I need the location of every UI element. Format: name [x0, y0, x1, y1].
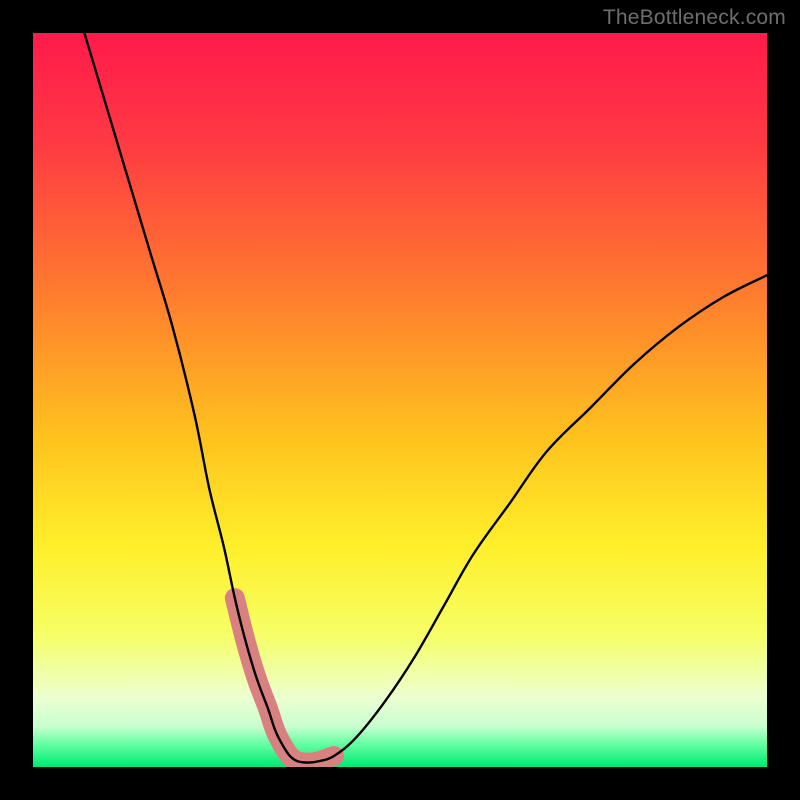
plot-area — [33, 33, 767, 767]
watermark-text: TheBottleneck.com — [603, 6, 786, 30]
curve-layer — [33, 33, 767, 767]
bottleneck-curve — [84, 33, 767, 763]
chart-frame: TheBottleneck.com — [0, 0, 800, 800]
highlight-band — [235, 598, 334, 762]
